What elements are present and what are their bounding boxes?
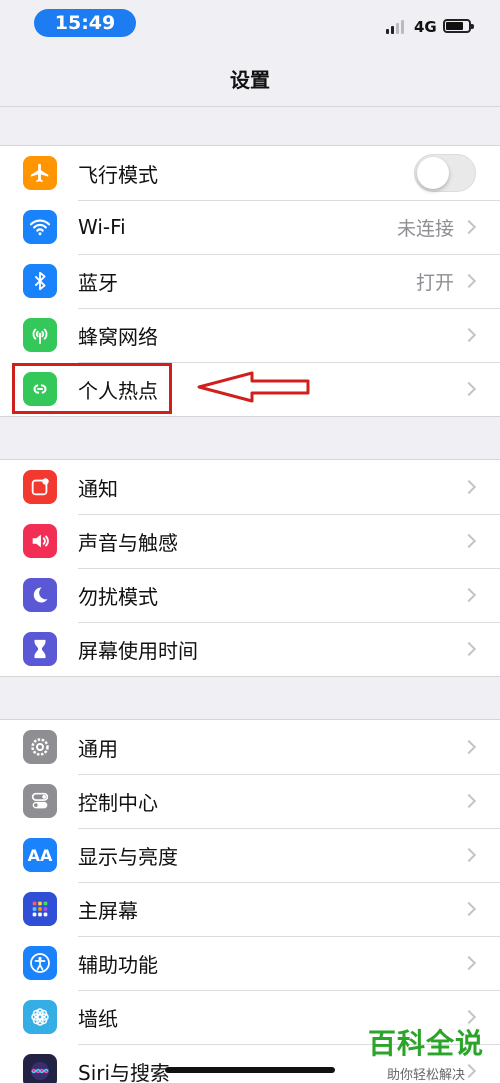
settings-row-label: Siri与搜索 [78,1060,171,1083]
settings-row-label: 屏幕使用时间 [78,638,198,663]
settings-row-label: 勿扰模式 [78,584,158,609]
settings-row-do-not-disturb[interactable]: 勿扰模式 [0,568,500,622]
notifications-icon [23,470,57,504]
settings-row-label: 辅助功能 [78,952,158,977]
settings-row-label: 墙纸 [78,1006,118,1031]
settings-row-wifi[interactable]: Wi-Fi 未连接 [0,200,500,254]
battery-icon [443,19,474,33]
settings-row-label: 蜂窝网络 [78,324,158,349]
siri-icon [23,1054,57,1083]
chevron-right-icon [461,641,477,657]
settings-row-label: 通用 [78,736,118,761]
settings-row-label: Wi-Fi [78,215,126,239]
watermark-title: 百科全说 [367,1027,484,1060]
page-title: 设置 [230,67,270,92]
settings-row-home-screen[interactable]: 主屏幕 [0,882,500,936]
chevron-right-icon [461,533,477,549]
settings-row-label: 控制中心 [78,790,158,815]
settings-row-label: 蓝牙 [78,270,118,295]
chevron-right-icon [461,793,477,809]
antenna-icon [23,318,57,352]
bluetooth-icon [23,264,57,298]
chevron-right-icon [461,479,477,495]
wifi-status-value: 未连接 [396,217,454,240]
settings-row-notifications[interactable]: 通知 [0,460,500,514]
settings-row-general[interactable]: 通用 [0,720,500,774]
settings-row-label: 显示与亮度 [78,844,178,869]
settings-row-accessibility[interactable]: 辅助功能 [0,936,500,990]
settings-row-sounds[interactable]: 声音与触感 [0,514,500,568]
settings-row-screen-time[interactable]: 屏幕使用时间 [0,622,500,676]
settings-group-notifications: 通知 声音与触感 勿扰模式 屏幕使用时间 [0,459,500,677]
status-time: 15:49 [34,9,136,37]
chevron-right-icon [461,381,477,397]
navigation-bar: 设置 [0,50,500,107]
settings-row-control-center[interactable]: 控制中心 [0,774,500,828]
bluetooth-status-value: 打开 [415,271,454,294]
chevron-right-icon [461,901,477,917]
airplane-mode-toggle[interactable] [414,154,476,192]
settings-row-display[interactable]: AA 显示与亮度 [0,828,500,882]
chevron-right-icon [461,739,477,755]
status-bar: 15:49 4G [0,0,500,50]
speaker-icon [23,524,57,558]
switches-icon [23,784,57,818]
settings-row-airplane-mode: 飞行模式 [0,146,500,200]
chevron-right-icon [461,219,477,235]
gear-icon [23,730,57,764]
annotation-highlight-box [12,363,172,414]
cellular-signal-icon [386,20,404,34]
settings-row-label: 飞行模式 [78,162,158,187]
network-type: 4G [414,18,437,36]
flower-icon [23,1000,57,1034]
moon-icon [23,578,57,612]
chevron-right-icon [461,273,477,289]
text-size-icon: AA [23,838,57,872]
airplane-icon [23,156,57,190]
watermark-subtitle: 助你轻松解决 [386,1068,465,1083]
watermark-logo: 百科全说 助你轻松解决 [368,1022,484,1083]
settings-row-label: 通知 [78,476,118,501]
settings-row-bluetooth[interactable]: 蓝牙 打开 [0,254,500,308]
settings-row-label: 主屏幕 [78,898,138,923]
accessibility-icon [23,946,57,980]
settings-row-label: 声音与触感 [78,530,178,555]
wifi-icon [23,210,57,244]
hourglass-icon [23,632,57,666]
chevron-right-icon [461,955,477,971]
settings-row-cellular[interactable]: 蜂窝网络 [0,308,500,362]
chevron-right-icon [461,587,477,603]
chevron-right-icon [461,327,477,343]
annotation-arrow-icon [197,371,310,403]
chevron-right-icon [461,847,477,863]
home-grid-icon [23,892,57,926]
home-indicator[interactable] [165,1067,335,1073]
